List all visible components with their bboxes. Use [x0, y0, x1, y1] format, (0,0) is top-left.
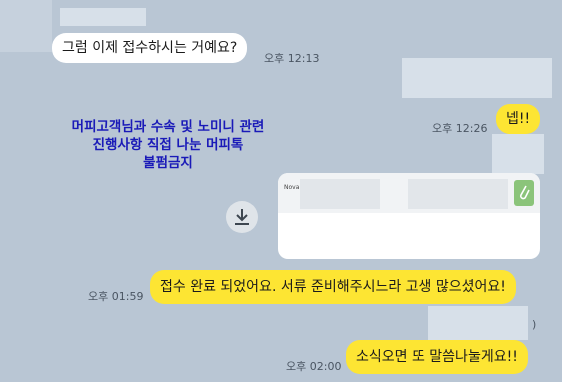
redacted-file-info — [408, 179, 508, 209]
watermark-line: 진행사항 직접 나눈 머피톡 — [92, 137, 244, 153]
redacted-area — [402, 58, 552, 98]
message-time: 오후 02:00 — [286, 360, 342, 373]
watermark-text: 머피고객님과 수속 및 노미니 관련 진행사항 직접 나눈 머피톡 불펌금지 — [48, 118, 288, 172]
watermark-line: 머피고객님과 수속 및 노미니 관련 — [71, 119, 265, 135]
paperclip-glyph-icon — [519, 185, 530, 200]
file-name: Nova — [284, 184, 300, 191]
incoming-message-bubble[interactable]: 그럼 이제 접수하시는 거예요? — [52, 33, 248, 63]
watermark-line: 불펌금지 — [143, 155, 193, 171]
redacted-area — [428, 306, 528, 340]
redacted-area — [492, 134, 544, 174]
redacted-sender-name — [60, 8, 146, 26]
outgoing-message-bubble[interactable]: 접수 완료 되었어요. 서류 준비해주시느라 고생 많으셨어요! — [150, 270, 516, 304]
outgoing-message-bubble[interactable]: 넵!! — [496, 104, 541, 134]
redacted-file-info — [300, 179, 380, 209]
download-icon[interactable] — [226, 201, 258, 233]
redacted-avatar — [0, 0, 52, 52]
download-arrow-icon — [235, 209, 249, 225]
outgoing-message-bubble[interactable]: 소식오면 또 말씀나눌게요!! — [346, 340, 528, 374]
file-attachment-card[interactable]: Nova — [278, 173, 540, 259]
message-time: 오후 12:26 — [432, 122, 488, 135]
message-time: 오후 01:59 — [88, 290, 144, 303]
read-indicator: ) — [532, 318, 537, 331]
paperclip-icon — [514, 180, 534, 206]
message-time: 오후 12:13 — [264, 52, 320, 65]
